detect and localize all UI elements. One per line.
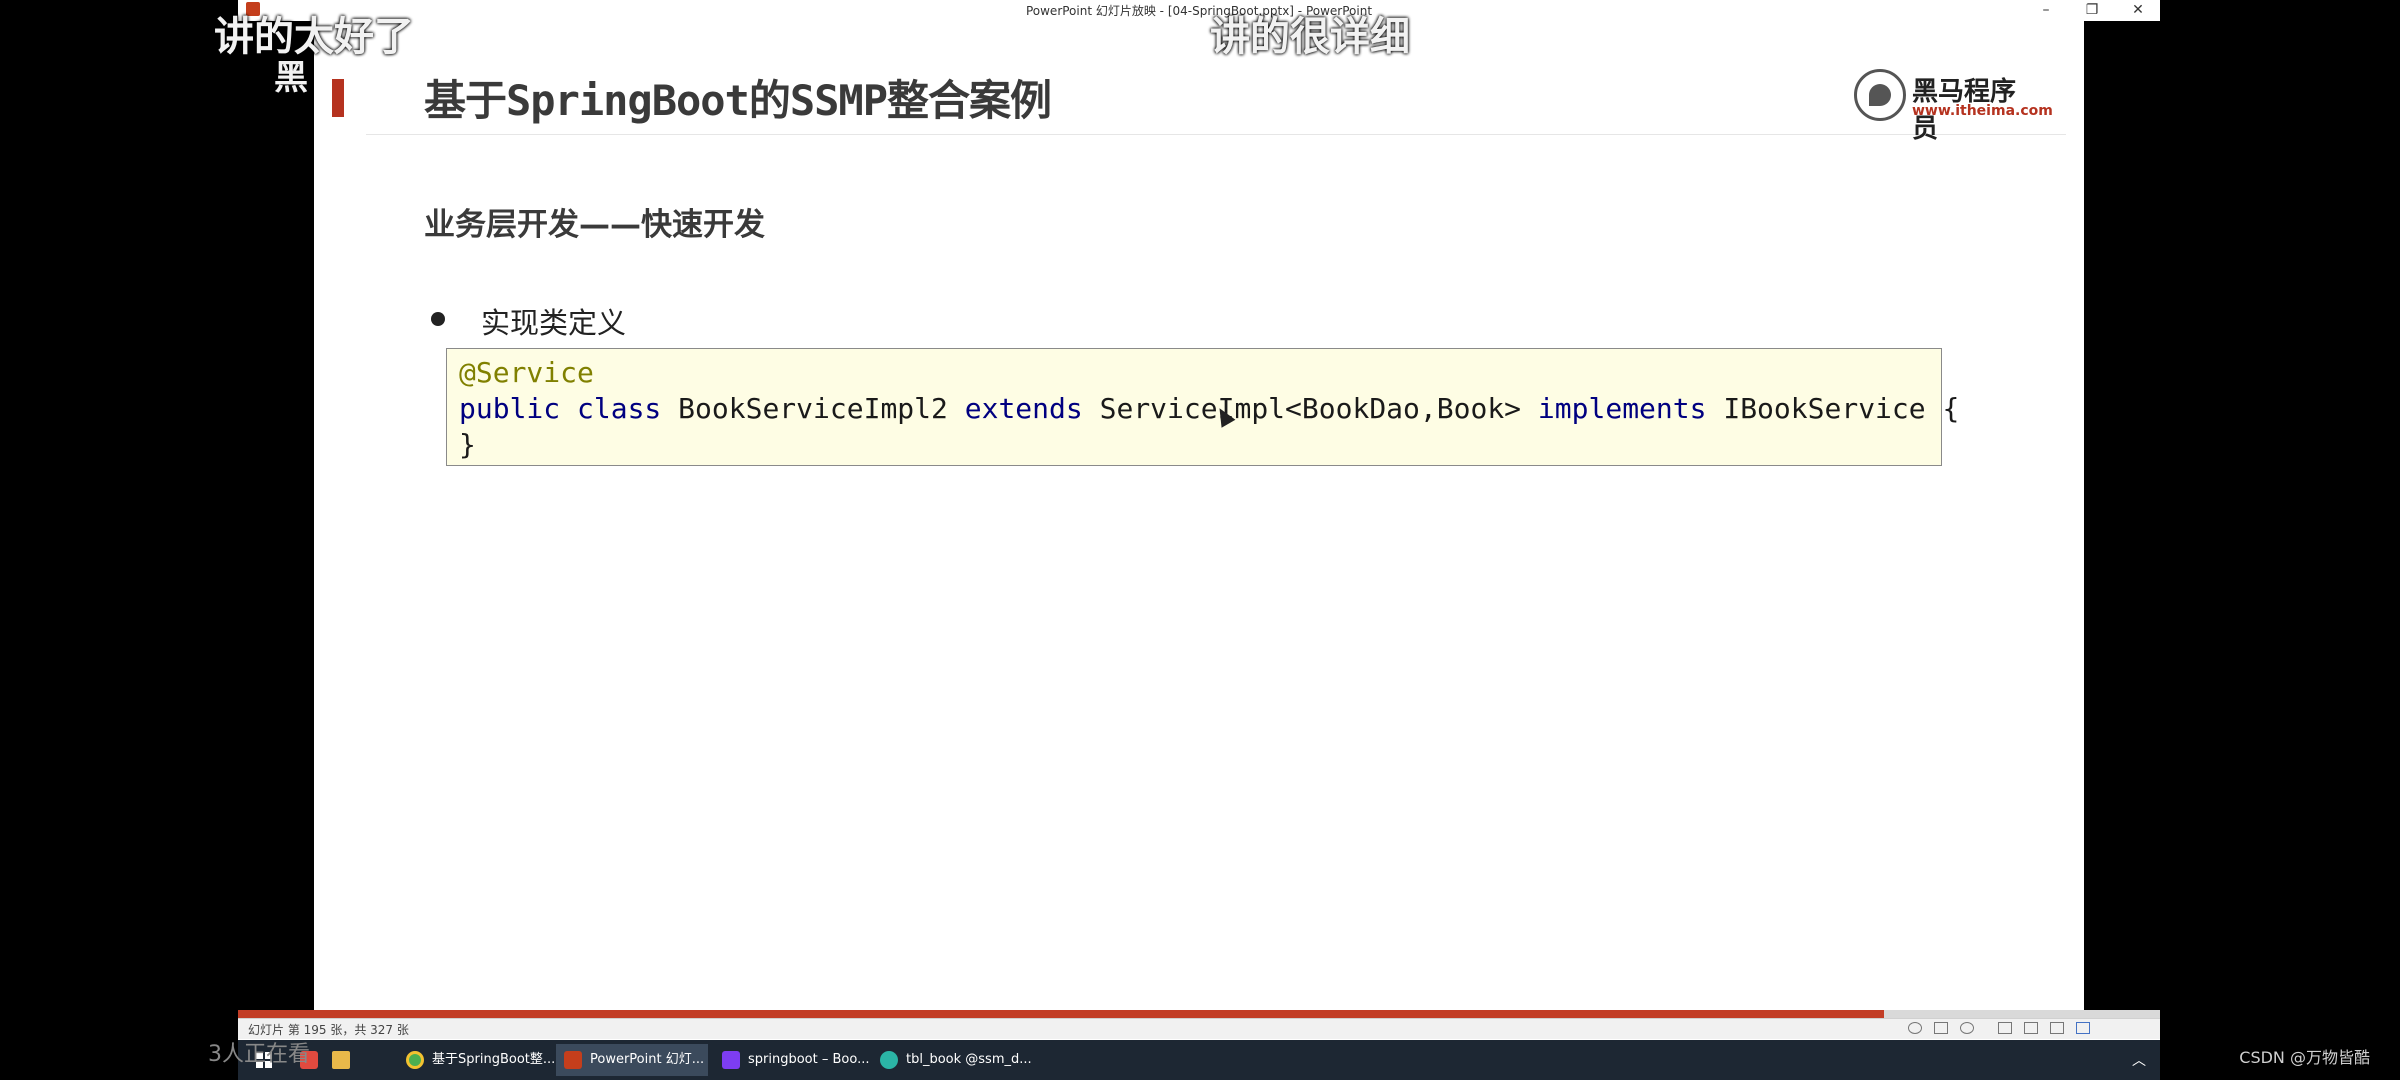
taskbar-item-datagrip[interactable]: tbl_book @ssm_d... [872,1044,1032,1076]
letterbox-right [2084,21,2160,1010]
datagrip-icon [880,1051,898,1069]
code-text: @Service public class BookServiceImpl2 e… [459,355,1959,463]
chevron-up-icon[interactable]: ︿ [2132,1050,2146,1070]
code-annotation: @Service [459,356,594,389]
taskbar-item-intellij[interactable]: springboot – Boo... [714,1044,870,1076]
title-accent-bar [332,79,344,117]
title-bar: PowerPoint 幻灯片放映 - [04-SpringBoot.pptx] … [238,0,2160,22]
slide-canvas[interactable]: 基于SpringBoot的SSMP整合案例 黑马程序员 www.itheima.… [314,21,2084,1010]
slideshow-progress-track [1884,1010,2160,1018]
itheima-logo: 黑马程序员 www.itheima.com [1854,63,2053,144]
pause-icon[interactable] [1934,1022,1948,1034]
taskbar-item-label: springboot – Boo... [748,1052,870,1067]
taskbar-item-powerpoint[interactable]: PowerPoint 幻灯... [556,1044,708,1076]
taskbar-item-label: tbl_book @ssm_d... [906,1052,1032,1067]
chrome-icon [406,1051,424,1069]
code-keyword: public class [459,392,662,425]
powerpoint-icon [564,1051,582,1069]
code-block: @Service public class BookServiceImpl2 e… [446,348,1959,466]
code-interface: IBookService { [1706,392,1960,425]
file-explorer-button[interactable] [324,1044,354,1076]
code-keyword: extends [964,392,1083,425]
bullet-icon [431,312,445,326]
status-bar: 幻灯片 第 195 张，共 327 张 [238,1018,2160,1039]
minimize-button[interactable]: – [2024,0,2068,20]
code-keyword: implements [1537,392,1707,425]
code-parent-class: ServiceImpl<BookDao,Book> [1082,392,1538,425]
bullet-text: 实现类定义 [481,306,627,340]
taskbar-item-chrome[interactable]: 基于SpringBoot整... [398,1044,555,1076]
next-slide-icon[interactable] [1960,1022,1974,1034]
danmaku-comment: 黑 [274,58,308,98]
reading-view-icon[interactable] [2050,1022,2064,1034]
danmaku-comment: 讲的太好了 [214,14,414,60]
slide-title: 基于SpringBoot的SSMP整合案例 [424,76,1052,125]
csdn-watermark: CSDN @万物皆酷 [2239,1048,2370,1067]
logo-url: www.itheima.com [1912,103,2053,119]
slideshow-view-icon[interactable] [2076,1022,2090,1034]
horse-logo-icon [1854,69,1906,121]
taskbar-item-label: 基于SpringBoot整... [432,1052,556,1067]
code-closing-brace: } [459,428,476,461]
slide-subtitle: 业务层开发——快速开发 [424,207,765,243]
letterbox-left [238,21,314,1010]
viewer-count: 3人正在看 [208,1042,310,1067]
title-divider [366,134,2066,135]
window-title: PowerPoint 幻灯片放映 - [04-SpringBoot.pptx] … [1025,4,1373,18]
slideshow-progress-bar [238,1010,1884,1018]
powerpoint-window: PowerPoint 幻灯片放映 - [04-SpringBoot.pptx] … [238,0,2160,1045]
intellij-icon [722,1051,740,1069]
windows-taskbar: 基于SpringBoot整... PowerPoint 幻灯... spring… [238,1040,2160,1080]
taskbar-item-label: PowerPoint 幻灯... [590,1052,705,1067]
maximize-button[interactable]: ❐ [2070,0,2114,20]
slide-sorter-icon[interactable] [2024,1022,2038,1034]
previous-slide-icon[interactable] [1908,1022,1922,1034]
code-class-name: BookServiceImpl2 [661,392,965,425]
danmaku-comment: 讲的很详细 [1210,14,1410,60]
normal-view-icon[interactable] [1998,1022,2012,1034]
close-button[interactable]: ✕ [2116,0,2160,20]
folder-icon [332,1051,350,1069]
